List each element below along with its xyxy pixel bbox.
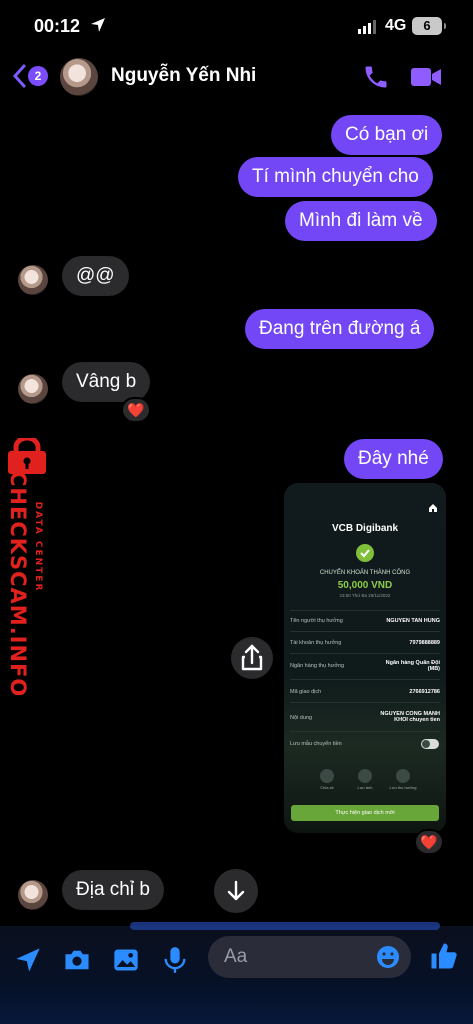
- message-outgoing[interactable]: Có bạn ơi: [331, 115, 443, 155]
- back-button[interactable]: 2: [12, 62, 52, 92]
- save-template-toggle: [421, 739, 439, 749]
- contact-name[interactable]: Nguyễn Yến Nhi: [111, 65, 256, 87]
- sender-avatar[interactable]: [18, 265, 48, 295]
- bank-brand: VCB Digibank: [331, 523, 399, 534]
- receipt-value: 2766912786: [409, 689, 440, 695]
- share-action: Chia sẻ: [312, 769, 342, 790]
- message-outgoing[interactable]: Mình đi làm về: [285, 201, 437, 241]
- transfer-datetime: 23:50 Thứ Ba 29/11/2022: [339, 593, 391, 598]
- receipt-label: Nội dung: [290, 715, 313, 721]
- sender-avatar[interactable]: [18, 880, 48, 910]
- divider: [290, 653, 440, 654]
- share-action-label: Chia sẻ: [320, 785, 334, 790]
- home-icon: [429, 504, 437, 512]
- receipt-label: Mã giao dịch: [290, 689, 322, 695]
- receipt-value: Ngân hàng Quân Đội (MB): [385, 660, 440, 672]
- receipt-label: Tên người thụ hưởng: [290, 618, 343, 624]
- save-beneficiary-action: Lưu thụ hưởng: [388, 769, 418, 790]
- emoji-icon[interactable]: [376, 945, 400, 969]
- heart-reaction[interactable]: ❤️: [414, 829, 444, 855]
- network-type: 4G: [385, 17, 407, 34]
- shared-image[interactable]: VCB Digibank CHUYỂN KHOẢN THÀNH CÔNG 50,…: [284, 483, 446, 833]
- status-time: 00:12: [34, 16, 81, 36]
- message-incoming[interactable]: Vâng b: [62, 362, 151, 402]
- share-icon: [320, 769, 334, 783]
- receipt-label: Tài khoản thụ hưởng: [290, 640, 342, 646]
- video-call-icon[interactable]: [410, 64, 442, 90]
- message-outgoing[interactable]: Tí mình chuyển cho: [238, 157, 433, 197]
- chat-header: 2 Nguyễn Yến Nhi: [0, 52, 473, 104]
- divider: [290, 731, 440, 732]
- watermark: DATA CENTER CHECKSCAM.INFO: [0, 438, 60, 697]
- location-send-icon[interactable]: [14, 946, 42, 974]
- sender-avatar[interactable]: [18, 374, 48, 404]
- message-outgoing[interactable]: Đang trên đường á: [245, 309, 435, 349]
- save-template-label: Lưu mẫu chuyển tiền: [290, 741, 342, 747]
- share-icon: [241, 644, 263, 671]
- receipt-value: NGUYEN TAN HUNG: [386, 618, 440, 624]
- unread-badge: 2: [28, 66, 48, 86]
- scroll-to-bottom-button[interactable]: [214, 869, 258, 913]
- heart-reaction[interactable]: ❤️: [121, 397, 151, 423]
- message-incoming[interactable]: @@: [62, 256, 129, 296]
- save-image-action: Lưu ảnh: [350, 769, 380, 790]
- watermark-title: CHECKSCAM.INFO: [6, 471, 30, 698]
- divider: [290, 679, 440, 680]
- message-input-container[interactable]: [208, 936, 411, 978]
- gallery-icon[interactable]: [112, 946, 140, 974]
- user-icon: [396, 769, 410, 783]
- message-incoming[interactable]: Địa chỉ b: [62, 870, 164, 910]
- phone-icon[interactable]: [362, 63, 390, 91]
- receipt-value: NGUYEN CONG MANH KHOI chuyen tien: [380, 711, 440, 723]
- status-bar: 00:12 4G 6: [0, 0, 473, 52]
- location-arrow-icon: [91, 18, 105, 32]
- signal-icon: [358, 20, 376, 34]
- divider: [290, 702, 440, 703]
- transfer-amount: 50,000 VND: [337, 580, 393, 591]
- success-check-icon: [356, 544, 374, 562]
- camera-icon[interactable]: [62, 946, 92, 974]
- microphone-icon[interactable]: [162, 946, 188, 974]
- divider: [290, 610, 440, 611]
- chevron-left-icon: [12, 64, 26, 88]
- contact-avatar[interactable]: [60, 58, 98, 96]
- composer-highlight: [130, 922, 440, 930]
- transfer-status: CHUYỂN KHOẢN THÀNH CÔNG: [319, 570, 411, 576]
- arrow-down-icon: [227, 880, 245, 901]
- new-transaction-button: Thực hiện giao dịch mới: [291, 805, 439, 821]
- message-input[interactable]: [224, 936, 364, 978]
- message-outgoing[interactable]: Đây nhé: [344, 439, 443, 479]
- padlock-icon: [8, 438, 46, 474]
- message-composer: [0, 922, 473, 1024]
- save-beneficiary-label: Lưu thụ hưởng: [389, 785, 417, 790]
- battery-indicator: 6: [412, 17, 446, 35]
- thumbs-up-icon[interactable]: [429, 940, 459, 972]
- camera-icon: [358, 769, 372, 783]
- divider: [290, 631, 440, 632]
- save-image-label: Lưu ảnh: [357, 785, 373, 790]
- receipt-label: Ngân hàng thụ hưởng: [290, 663, 345, 669]
- receipt-value: 7979888889: [409, 640, 440, 646]
- watermark-subtitle: DATA CENTER: [33, 501, 43, 593]
- share-image-button[interactable]: [231, 637, 273, 679]
